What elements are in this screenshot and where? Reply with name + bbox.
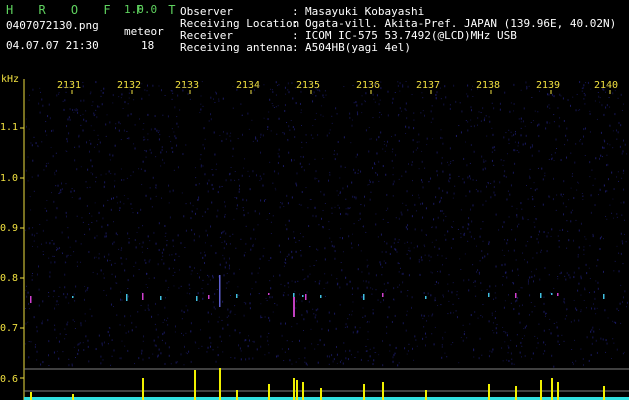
activity-bar: [515, 386, 517, 400]
meteor-echo: [540, 293, 542, 298]
meteor-echo: [126, 294, 128, 301]
meteor-echo: [30, 296, 32, 303]
activity-bar: [194, 370, 196, 400]
activity-bar: [557, 382, 559, 400]
meteor-echo: [382, 293, 384, 297]
meteor-activity-bars: [24, 368, 629, 400]
activity-bar: [302, 382, 304, 400]
meteor-label: meteor: [124, 25, 164, 38]
info-value-antenna: A504HB(yagi 4el): [305, 41, 411, 54]
meteor-echo: [142, 293, 144, 300]
activity-bar: [363, 384, 365, 400]
app-title: H R O F F T: [6, 3, 185, 17]
app-version: 1.0.0: [124, 3, 158, 16]
activity-bar: [603, 386, 605, 400]
time-ticks: [71, 90, 611, 94]
activity-bar: [219, 368, 221, 400]
meteor-trail: [293, 297, 295, 317]
meteor-echo: [305, 294, 307, 300]
meteor-echo: [551, 293, 553, 295]
info-label-antenna: Receiving antenna: [180, 41, 293, 54]
meteor-echo: [208, 295, 210, 299]
meteor-echo: [488, 293, 490, 297]
meteor-count: 18: [141, 39, 155, 52]
meteor-echo: [557, 293, 559, 296]
activity-bar: [293, 378, 295, 400]
activity-bar: [320, 388, 322, 400]
meteor-echo: [603, 294, 605, 299]
filename: 0407072130.png: [6, 19, 99, 32]
activity-bar: [30, 392, 32, 400]
meteor-echo: [72, 296, 74, 298]
spectrogram-plot: [20, 79, 629, 400]
meteor-echo: [302, 295, 304, 297]
activity-bar: [425, 390, 427, 400]
activity-bar: [236, 390, 238, 400]
activity-bar: [540, 380, 542, 400]
datetime: 04.07.07 21:30: [6, 39, 99, 52]
noise-floor: [25, 81, 628, 368]
info-sep: :: [292, 41, 299, 54]
meteor-echo: [236, 294, 238, 298]
freq-ticks: [20, 127, 24, 379]
activity-bar: [142, 378, 144, 400]
meteor-trail: [219, 275, 221, 307]
activity-bar: [382, 382, 384, 400]
activity-bar: [488, 384, 490, 400]
activity-bar: [296, 380, 298, 400]
meteor-echo: [425, 296, 427, 299]
activity-bar: [72, 394, 74, 400]
meteor-echo: [268, 293, 270, 295]
meteor-echo: [160, 296, 162, 300]
meteor-echo: [196, 296, 198, 301]
meteor-echo: [363, 294, 365, 300]
meteor-echo: [320, 295, 322, 298]
activity-bar: [551, 378, 553, 400]
meteor-echoes: [30, 275, 605, 317]
meteor-echo: [515, 293, 517, 298]
activity-bar: [268, 384, 270, 400]
